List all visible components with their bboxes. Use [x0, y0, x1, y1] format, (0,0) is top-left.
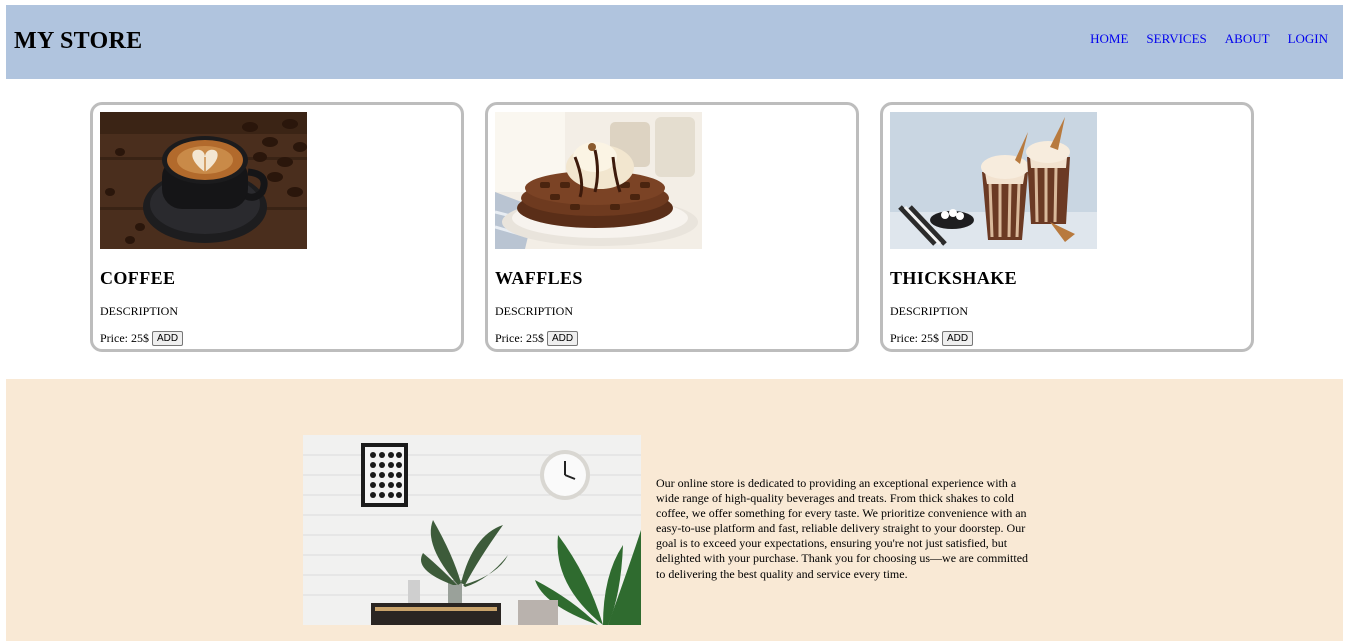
product-description: DESCRIPTION	[100, 304, 179, 318]
product-title: THICKSHAKE	[890, 268, 1018, 288]
nav-login-link[interactable]: LOGIN	[1288, 31, 1328, 47]
about-text: Our online store is dedicated to providi…	[656, 476, 1029, 581]
product-price: Price: 25$	[495, 331, 544, 345]
about-section: Our online store is dedicated to providi…	[6, 379, 1343, 641]
nav-home-link[interactable]: HOME	[1090, 31, 1128, 47]
product-title: WAFFLES	[495, 268, 583, 288]
waffles-image	[495, 112, 702, 249]
product-price: Price: 25$	[890, 331, 939, 345]
product-description: DESCRIPTION	[495, 304, 574, 318]
thickshake-image	[890, 112, 1097, 249]
product-price: Price: 25$	[100, 331, 149, 345]
product-description: DESCRIPTION	[890, 304, 969, 318]
nav-services-link[interactable]: SERVICES	[1146, 31, 1206, 47]
add-button[interactable]: ADD	[152, 331, 184, 346]
brand-title: MY STORE	[14, 28, 143, 54]
site-header: MY STORE HOME SERVICES ABOUT LOGIN	[6, 5, 1343, 79]
price-row: Price: 25$ ADD	[890, 331, 974, 346]
interior-image	[303, 435, 641, 625]
nav-about-link[interactable]: ABOUT	[1225, 31, 1270, 47]
price-row: Price: 25$ ADD	[100, 331, 184, 346]
product-card-waffles: WAFFLES DESCRIPTION Price: 25$ ADD	[485, 102, 859, 352]
product-title: COFFEE	[100, 268, 176, 288]
coffee-image	[100, 112, 307, 249]
price-row: Price: 25$ ADD	[495, 331, 579, 346]
add-button[interactable]: ADD	[547, 331, 579, 346]
product-card-coffee: COFFEE DESCRIPTION Price: 25$ ADD	[90, 102, 464, 352]
main-nav: HOME SERVICES ABOUT LOGIN	[1090, 31, 1328, 47]
add-button[interactable]: ADD	[942, 331, 974, 346]
product-card-thickshake: THICKSHAKE DESCRIPTION Price: 25$ ADD	[880, 102, 1254, 352]
